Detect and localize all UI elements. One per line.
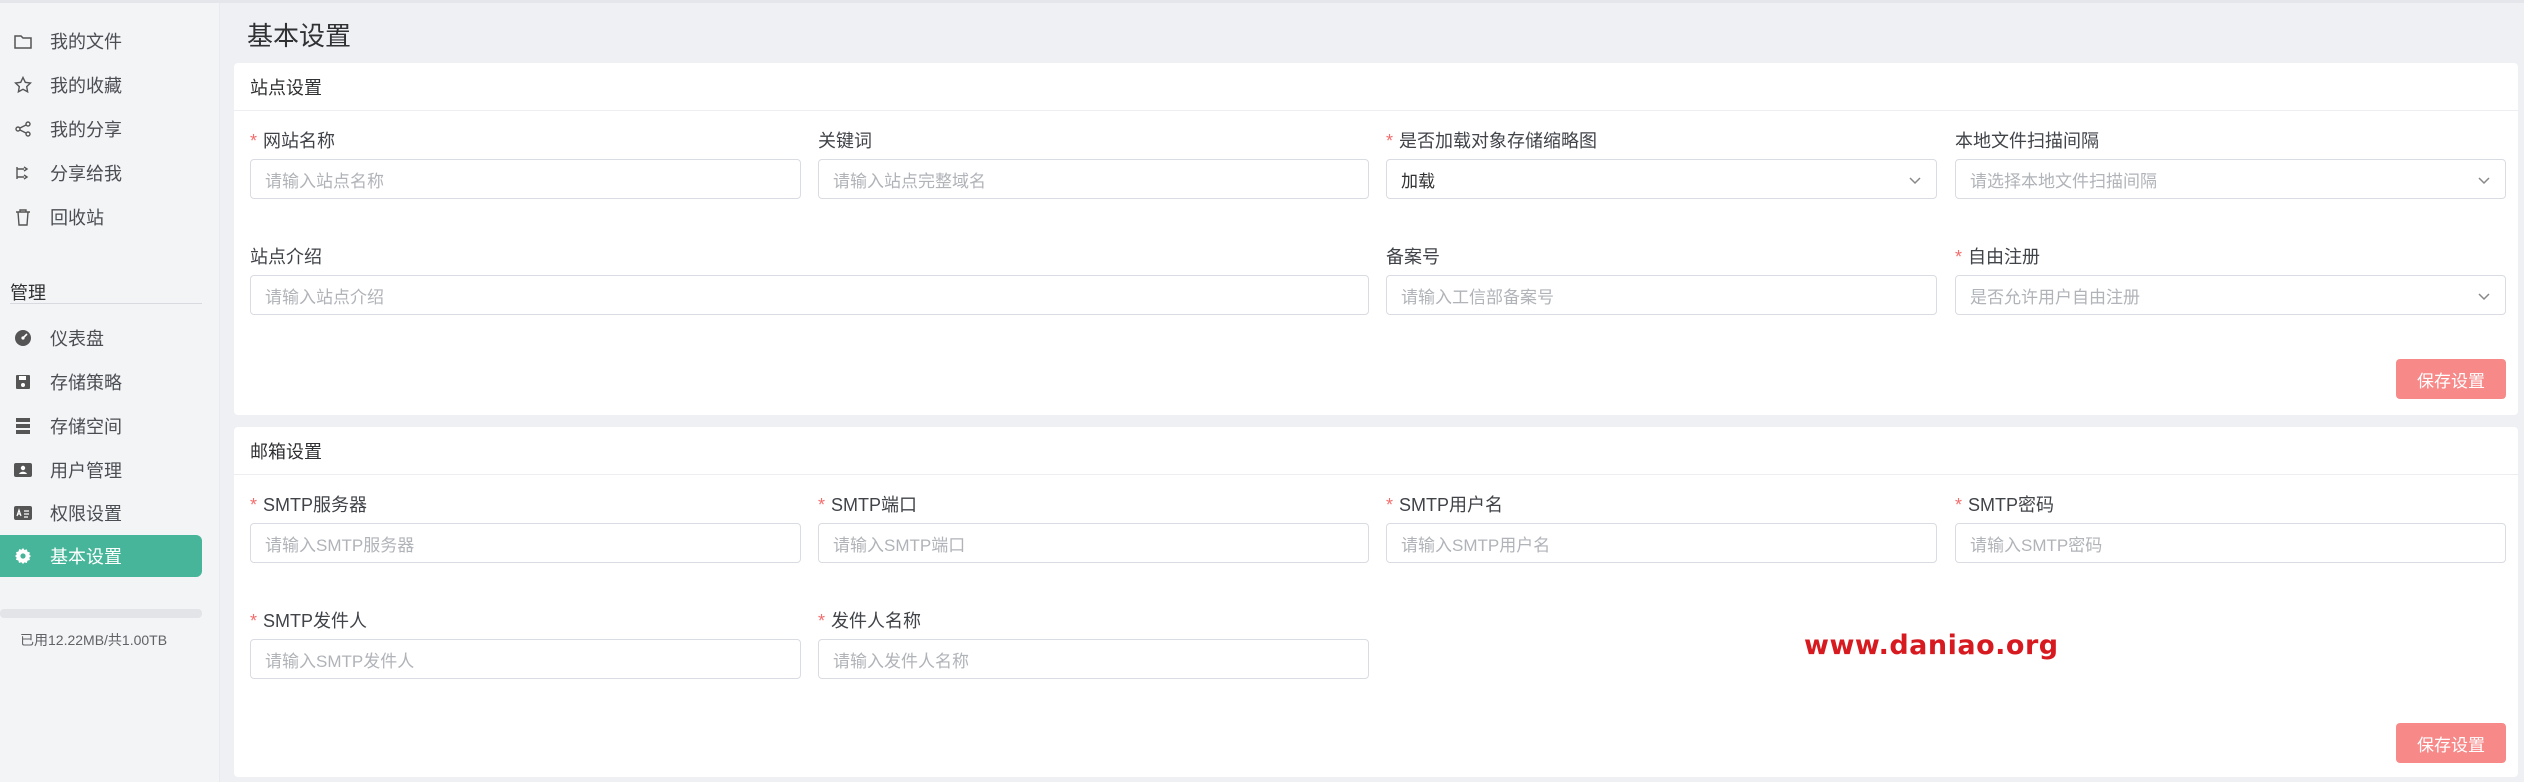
admin-section-title: 管理 <box>10 283 46 303</box>
sidebar-item-label: 用户管理 <box>50 461 122 481</box>
save-site-settings-button[interactable]: 保存设置 <box>2396 359 2506 399</box>
share-icon <box>12 118 34 140</box>
smtp-server-input[interactable]: 请输入SMTP服务器 <box>250 523 801 563</box>
top-border <box>0 0 2524 3</box>
sidebar-item-label: 分享给我 <box>50 164 122 184</box>
sidebar-item-storage-space[interactable]: 存储空间 <box>0 405 202 447</box>
sidebar-item-favorites[interactable]: 我的收藏 <box>0 64 202 106</box>
smtp-sender-label: * SMTP发件人 <box>250 611 368 631</box>
shared-with-me-icon <box>12 162 34 184</box>
chevron-down-icon <box>1908 172 1922 192</box>
free-register-select[interactable]: 是否允许用户自由注册 <box>1955 275 2506 315</box>
smtp-port-label: * SMTP端口 <box>818 495 918 515</box>
sidebar-item-label: 我的收藏 <box>50 76 122 96</box>
site-settings-card: 站点设置 * 网站名称 请输入站点名称 关键词 请输入站点完整域名 * 是否加载对象… <box>234 63 2518 415</box>
star-icon <box>12 74 34 96</box>
site-intro-label: 站点介绍 <box>250 247 322 267</box>
sidebar-item-permissions[interactable]: 权限设置 <box>0 492 202 534</box>
load-thumbnail-label: * 是否加载对象存储缩略图 <box>1386 131 1598 151</box>
sidebar-item-label: 存储策略 <box>50 373 122 393</box>
sidebar: 我的文件 我的收藏 我的分享 分享给我 回收站 管理 仪表盘 存储策略 存储空间… <box>0 3 220 782</box>
user-management-icon <box>12 459 34 481</box>
permission-icon <box>12 502 34 524</box>
smtp-username-input[interactable]: 请输入SMTP用户名 <box>1386 523 1937 563</box>
folder-icon <box>12 30 34 52</box>
storage-usage-text: 已用12.22MB/共1.00TB <box>20 632 168 648</box>
sidebar-item-label: 我的文件 <box>50 32 122 52</box>
sender-name-input[interactable]: 请输入发件人名称 <box>818 639 1369 679</box>
mail-settings-header: 邮箱设置 <box>234 427 2518 475</box>
smtp-port-input[interactable]: 请输入SMTP端口 <box>818 523 1369 563</box>
sidebar-item-label: 权限设置 <box>50 504 122 524</box>
page-title: 基本设置 <box>247 21 352 51</box>
sidebar-item-label: 存储空间 <box>50 417 122 437</box>
smtp-password-label: * SMTP密码 <box>1955 495 2055 515</box>
smtp-server-label: * SMTP服务器 <box>250 495 368 515</box>
dashboard-icon <box>12 327 34 349</box>
sidebar-item-label: 回收站 <box>50 208 104 228</box>
watermark-text: www.daniao.org <box>1804 630 2059 661</box>
icp-label: 备案号 <box>1386 247 1440 267</box>
sidebar-item-label: 我的分享 <box>50 120 122 140</box>
scan-interval-select[interactable]: 请选择本地文件扫描间隔 <box>1955 159 2506 199</box>
sender-name-label: * 发件人名称 <box>818 611 922 631</box>
sidebar-item-my-files[interactable]: 我的文件 <box>0 20 202 62</box>
smtp-sender-input[interactable]: 请输入SMTP发件人 <box>250 639 801 679</box>
sidebar-item-user-management[interactable]: 用户管理 <box>0 449 202 491</box>
site-settings-header: 站点设置 <box>234 63 2518 111</box>
gear-icon <box>12 545 34 567</box>
storage-space-icon <box>12 415 34 437</box>
trash-icon <box>12 206 34 228</box>
load-thumbnail-select[interactable]: 加载 <box>1386 159 1937 199</box>
smtp-password-input[interactable]: 请输入SMTP密码 <box>1955 523 2506 563</box>
sidebar-item-label: 基本设置 <box>50 547 122 567</box>
sidebar-item-label: 仪表盘 <box>50 329 104 349</box>
mail-settings-card: 邮箱设置 * SMTP服务器 请输入SMTP服务器 * SMTP端口 请输入SMTP… <box>234 427 2518 777</box>
free-register-label: * 自由注册 <box>1955 247 2041 267</box>
site-name-label: * 网站名称 <box>250 131 336 151</box>
save-mail-settings-button[interactable]: 保存设置 <box>2396 723 2506 763</box>
sidebar-item-my-shares[interactable]: 我的分享 <box>0 108 202 150</box>
keywords-input[interactable]: 请输入站点完整域名 <box>818 159 1369 199</box>
storage-usage-bar <box>0 609 202 618</box>
site-intro-input[interactable]: 请输入站点介绍 <box>250 275 1369 315</box>
chevron-down-icon <box>2477 172 2491 192</box>
sidebar-item-recycle-bin[interactable]: 回收站 <box>0 196 202 238</box>
site-name-input[interactable]: 请输入站点名称 <box>250 159 801 199</box>
sidebar-item-basic-settings[interactable]: 基本设置 <box>0 535 202 577</box>
sidebar-item-storage-policy[interactable]: 存储策略 <box>0 361 202 403</box>
sidebar-item-shared-with-me[interactable]: 分享给我 <box>0 152 202 194</box>
smtp-username-label: * SMTP用户名 <box>1386 495 1504 515</box>
scan-interval-label: 本地文件扫描间隔 <box>1955 131 2099 151</box>
icp-input[interactable]: 请输入工信部备案号 <box>1386 275 1937 315</box>
section-divider <box>10 303 202 304</box>
chevron-down-icon <box>2477 288 2491 308</box>
keywords-label: 关键词 <box>818 131 872 151</box>
sidebar-item-dashboard[interactable]: 仪表盘 <box>0 317 202 359</box>
storage-policy-icon <box>12 371 34 393</box>
